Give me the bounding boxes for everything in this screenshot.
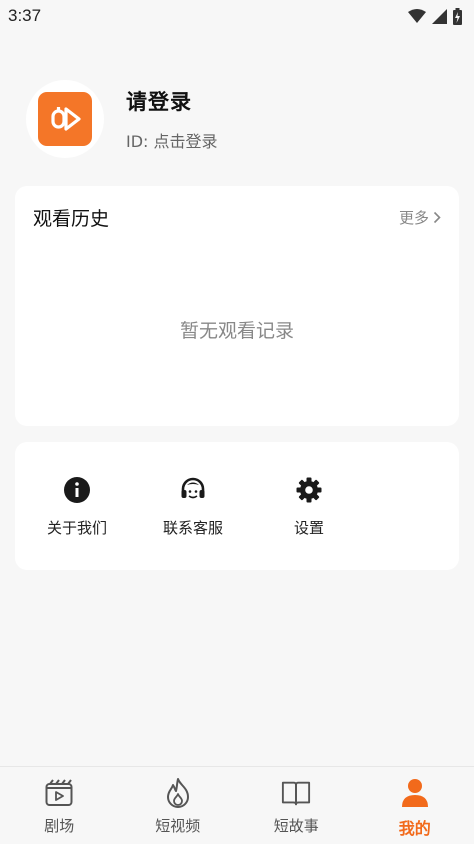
menu-item-customer-service[interactable]: 联系客服: [135, 442, 251, 570]
status-bar: 3:37: [0, 0, 474, 32]
tab-label-mine: 我的: [398, 819, 431, 838]
theater-icon: [44, 777, 74, 809]
chevron-right-icon: [433, 211, 441, 224]
app-logo-icon: [51, 107, 81, 131]
tab-theater[interactable]: 剧场: [0, 767, 119, 844]
menu-card: 关于我们 联系客服 设置: [15, 442, 459, 570]
tab-label-short-story: 短故事: [273, 817, 319, 835]
tab-label-short-video: 短视频: [155, 817, 201, 835]
book-icon: [281, 777, 311, 809]
battery-icon: [453, 7, 462, 25]
wifi-icon: [408, 9, 426, 23]
login-title[interactable]: 请登录: [126, 86, 218, 116]
app-logo: [38, 92, 92, 146]
avatar[interactable]: [26, 80, 104, 158]
status-time: 3:37: [8, 6, 42, 25]
history-empty-text: 暂无观看记录: [179, 320, 294, 342]
history-title: 观看历史: [33, 208, 110, 230]
menu-item-about[interactable]: 关于我们: [19, 442, 135, 570]
watch-history-card: 观看历史 更多 暂无观看记录: [15, 186, 459, 426]
headset-icon: [179, 476, 207, 504]
info-icon: [63, 476, 91, 504]
menu-label-settings: 设置: [293, 519, 324, 537]
profile-header[interactable]: 请登录 ID: 点击登录: [26, 80, 218, 158]
tab-mine[interactable]: 我的: [356, 767, 474, 844]
person-icon: [400, 777, 430, 809]
menu-label-about: 关于我们: [46, 519, 107, 537]
history-more-link[interactable]: 更多: [399, 207, 441, 228]
gear-icon: [295, 476, 323, 504]
tab-short-story[interactable]: 短故事: [237, 767, 356, 844]
more-label: 更多: [398, 209, 429, 227]
bottom-tab-bar: 剧场 短视频 短故事 我的: [0, 766, 474, 844]
flame-icon: [163, 777, 193, 809]
menu-item-settings[interactable]: 设置: [251, 442, 367, 570]
user-id-text[interactable]: ID: 点击登录: [126, 128, 218, 152]
cellular-signal-icon: [432, 8, 447, 24]
profile-text: 请登录 ID: 点击登录: [126, 86, 218, 152]
status-icons: [408, 7, 462, 25]
history-header: 观看历史 更多: [15, 186, 459, 231]
menu-label-customer-service: 联系客服: [162, 519, 223, 537]
tab-short-video[interactable]: 短视频: [119, 767, 238, 844]
tab-label-theater: 剧场: [44, 817, 75, 835]
